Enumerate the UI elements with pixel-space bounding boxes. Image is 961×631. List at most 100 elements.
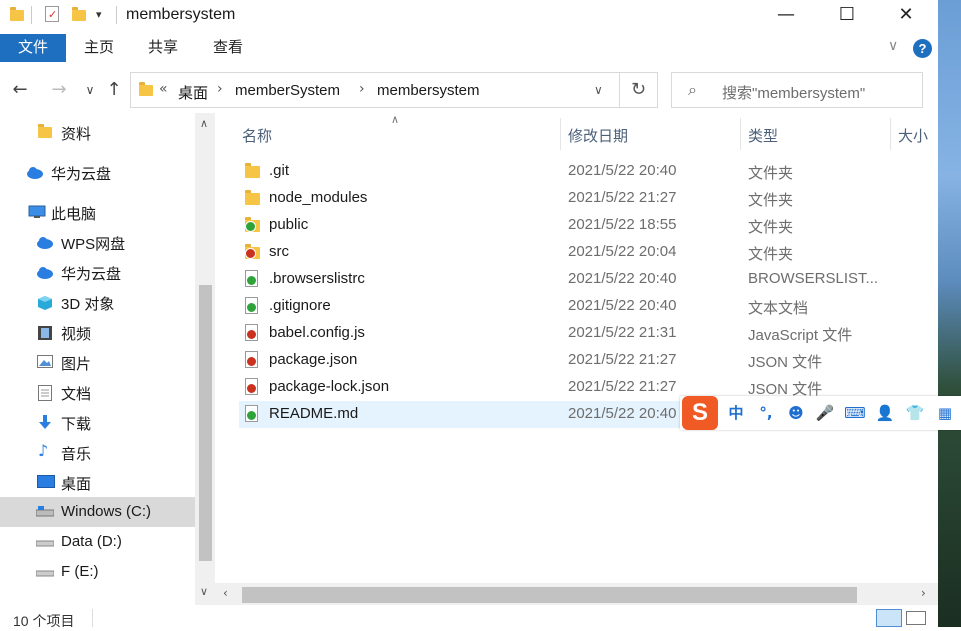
file-row[interactable]: babel.config.js 2021/5/22 21:31 JavaScript…	[239, 320, 938, 347]
cube-icon	[37, 295, 53, 310]
nav-item-huawei-cloud[interactable]: 华为云盘	[0, 157, 195, 187]
customize-toolbar-chevron-icon[interactable]: ▾	[96, 8, 102, 21]
column-header-type[interactable]: 类型	[748, 125, 778, 146]
column-header-size[interactable]: 大小	[898, 125, 928, 146]
close-button[interactable]: ✕	[883, 0, 929, 32]
file-row[interactable]: package.json 2021/5/22 21:27 JSON 文件	[239, 347, 938, 374]
chevron-right-icon[interactable]: ›	[359, 81, 365, 97]
tab-share[interactable]: 共享	[138, 34, 188, 62]
address-bar[interactable]: « 桌面 › memberSystem › membersystem ∨	[130, 72, 620, 108]
file-icon	[245, 378, 258, 395]
file-icon	[245, 324, 258, 341]
tab-view[interactable]: 查看	[203, 34, 253, 62]
file-modified: 2021/5/22 18:55	[568, 216, 677, 233]
file-row[interactable]: .gitignore 2021/5/22 20:40 文本文档	[239, 293, 938, 320]
nav-item-wps-cloud[interactable]: WPS网盘	[0, 227, 195, 257]
keyboard-icon[interactable]: ⌨	[844, 402, 866, 424]
drive-icon	[35, 535, 55, 549]
file-row[interactable]: .git 2021/5/22 20:40 文件夹	[239, 158, 938, 185]
search-input[interactable]: ⌕ 搜索"membersystem"	[671, 72, 923, 108]
ribbon: 文件 主页 共享 查看 ∨ ?	[0, 34, 938, 64]
file-row[interactable]: node_modules 2021/5/22 21:27 文件夹	[239, 185, 938, 212]
horizontal-scrollbar-thumb[interactable]	[242, 587, 857, 603]
ime-toolbar: S 中 °, ☻ 🎤 ⌨ 👤 👕 ▦	[680, 396, 961, 430]
details-view-icon[interactable]	[876, 609, 902, 627]
overflow-icon[interactable]: «	[159, 81, 168, 97]
address-dropdown-icon[interactable]: ∨	[594, 83, 603, 97]
item-count: 10 个项目	[13, 613, 75, 629]
cloud-icon	[36, 235, 53, 249]
file-list: ∧ 名称 修改日期 类型 大小 .git 2021/5/22 20:40 文件夹 no…	[215, 113, 938, 583]
git-clean-badge-icon	[246, 410, 257, 421]
expand-ribbon-chevron-icon[interactable]: ∨	[888, 38, 898, 54]
search-icon: ⌕	[688, 80, 697, 99]
nav-item-music[interactable]: ♪ 音乐	[0, 437, 195, 467]
file-row[interactable]: src 2021/5/22 20:04 文件夹	[239, 239, 938, 266]
column-divider[interactable]	[740, 118, 741, 150]
breadcrumb-membersystem[interactable]: membersystem	[377, 82, 480, 99]
nav-item-desktop[interactable]: 桌面	[0, 467, 195, 497]
column-header-modified[interactable]: 修改日期	[568, 125, 628, 146]
toolbox-icon[interactable]: ▦	[934, 402, 956, 424]
nav-item-drive-e[interactable]: F (E:)	[0, 557, 195, 587]
nav-item-3d-objects[interactable]: 3D 对象	[0, 287, 195, 317]
scroll-up-icon[interactable]: ∧	[200, 117, 208, 130]
large-icons-view-icon[interactable]	[906, 611, 926, 625]
git-modified-badge-icon	[246, 383, 257, 394]
user-icon[interactable]: 👤	[874, 402, 896, 424]
column-header-name[interactable]: 名称	[242, 125, 272, 146]
file-icon	[245, 405, 258, 422]
forward-button[interactable]: →	[47, 78, 71, 102]
nav-scrollbar-thumb[interactable]	[199, 285, 212, 561]
tab-home[interactable]: 主页	[74, 34, 124, 62]
minimize-button[interactable]: —	[763, 0, 809, 32]
file-name: babel.config.js	[269, 324, 365, 341]
column-divider[interactable]	[560, 118, 561, 150]
microphone-icon[interactable]: 🎤	[814, 402, 836, 424]
breadcrumb-desktop[interactable]: 桌面	[178, 82, 208, 103]
nav-item-huawei-cloud-2[interactable]: 华为云盘	[0, 257, 195, 287]
nav-item-downloads[interactable]: 下载	[0, 407, 195, 437]
help-icon[interactable]: ?	[913, 39, 932, 58]
tab-file[interactable]: 文件	[0, 34, 66, 62]
maximize-button[interactable]: ☐	[824, 0, 870, 32]
file-icon	[245, 351, 258, 368]
folder-icon	[245, 190, 260, 205]
file-type: 文件夹	[748, 165, 794, 182]
cloud-icon	[36, 265, 53, 279]
file-name: package.json	[269, 351, 358, 368]
back-button[interactable]: ←	[8, 78, 32, 102]
recent-locations-chevron-icon[interactable]: ∨	[78, 78, 102, 102]
up-button[interactable]: ↑	[102, 78, 126, 102]
skin-icon[interactable]: 👕	[904, 402, 926, 424]
chevron-right-icon[interactable]: ›	[217, 81, 223, 97]
git-modified-badge-icon	[246, 329, 257, 340]
nav-item-drive-c[interactable]: Windows (C:)	[0, 497, 195, 527]
file-type: JSON 文件	[748, 354, 823, 371]
scroll-right-icon[interactable]: ›	[921, 586, 926, 600]
ime-punctuation-toggle[interactable]: °,	[755, 402, 777, 424]
ime-mode-toggle[interactable]: 中	[725, 402, 747, 424]
nav-item-this-pc[interactable]: 此电脑	[0, 197, 195, 227]
refresh-button[interactable]: ↻	[620, 72, 658, 108]
nav-item-videos[interactable]: 视频	[0, 317, 195, 347]
scroll-left-icon[interactable]: ‹	[223, 586, 228, 600]
file-type: 文件夹	[748, 219, 794, 236]
sort-ascending-icon: ∧	[391, 113, 400, 126]
file-type: 文件夹	[748, 246, 794, 263]
nav-item-ziliao[interactable]: 资料	[0, 117, 195, 147]
file-row[interactable]: .browserslistrc 2021/5/22 20:40 BROWSERSLI…	[239, 266, 938, 293]
nav-item-pictures[interactable]: 图片	[0, 347, 195, 377]
emoji-icon[interactable]: ☻	[785, 402, 807, 424]
sogou-logo-icon[interactable]: S	[682, 396, 718, 430]
file-type: 文本文档	[748, 300, 809, 317]
scroll-down-icon[interactable]: ∨	[200, 585, 208, 598]
film-icon	[37, 325, 53, 340]
breadcrumb-membersystem-parent[interactable]: memberSystem	[235, 82, 340, 99]
properties-icon[interactable]: ✓	[45, 6, 59, 22]
column-divider[interactable]	[890, 118, 891, 150]
nav-item-drive-d[interactable]: Data (D:)	[0, 527, 195, 557]
new-folder-icon[interactable]	[72, 7, 86, 21]
file-row[interactable]: public 2021/5/22 18:55 文件夹	[239, 212, 938, 239]
nav-item-documents[interactable]: 文档	[0, 377, 195, 407]
